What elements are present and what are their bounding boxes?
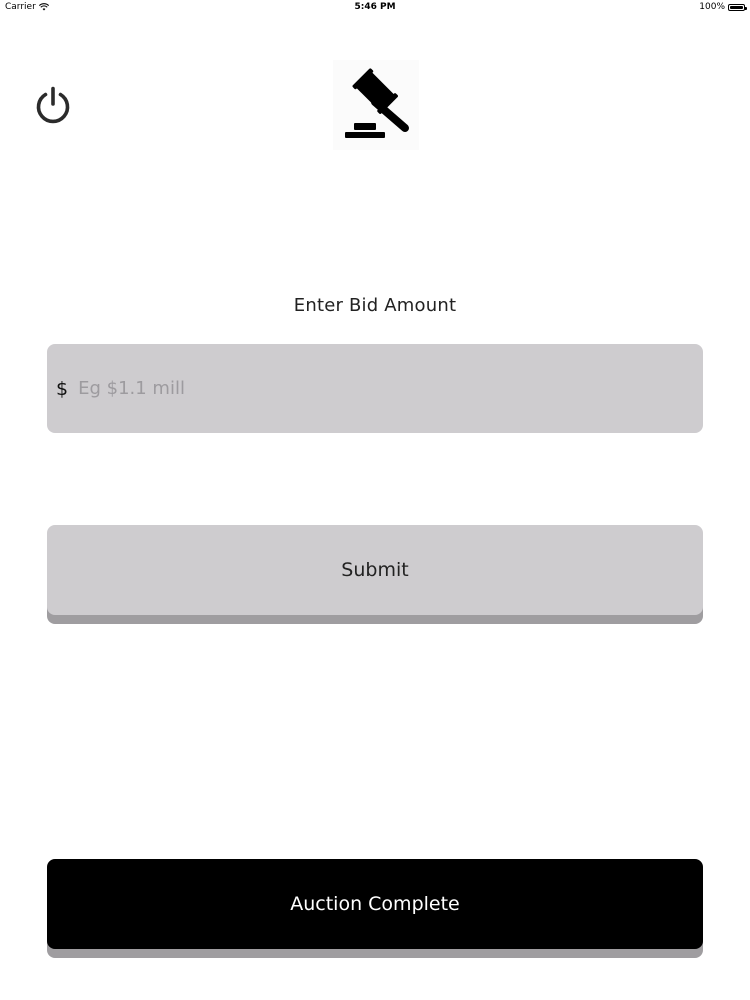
battery-icon	[728, 3, 747, 11]
bid-screen: Carrier 5:46 PM 100% Enter Bid Amount $ …	[0, 0, 750, 1000]
status-time: 5:46 PM	[354, 2, 396, 12]
app-logo	[333, 60, 419, 150]
auction-complete-button[interactable]: Auction Complete	[47, 859, 703, 949]
status-bar: Carrier 5:46 PM 100%	[0, 0, 750, 16]
bid-amount-label: Enter Bid Amount	[293, 295, 457, 316]
power-icon	[36, 86, 70, 124]
power-button[interactable]	[33, 85, 73, 125]
battery-fill	[730, 5, 743, 9]
battery-percent: 100%	[699, 2, 725, 12]
status-right: 100%	[699, 2, 747, 12]
bid-amount-input[interactable]	[78, 368, 703, 409]
currency-symbol: $	[56, 377, 69, 400]
gavel-icon	[333, 60, 419, 150]
submit-button[interactable]: Submit	[47, 525, 703, 615]
bid-amount-field[interactable]: $	[47, 344, 703, 433]
